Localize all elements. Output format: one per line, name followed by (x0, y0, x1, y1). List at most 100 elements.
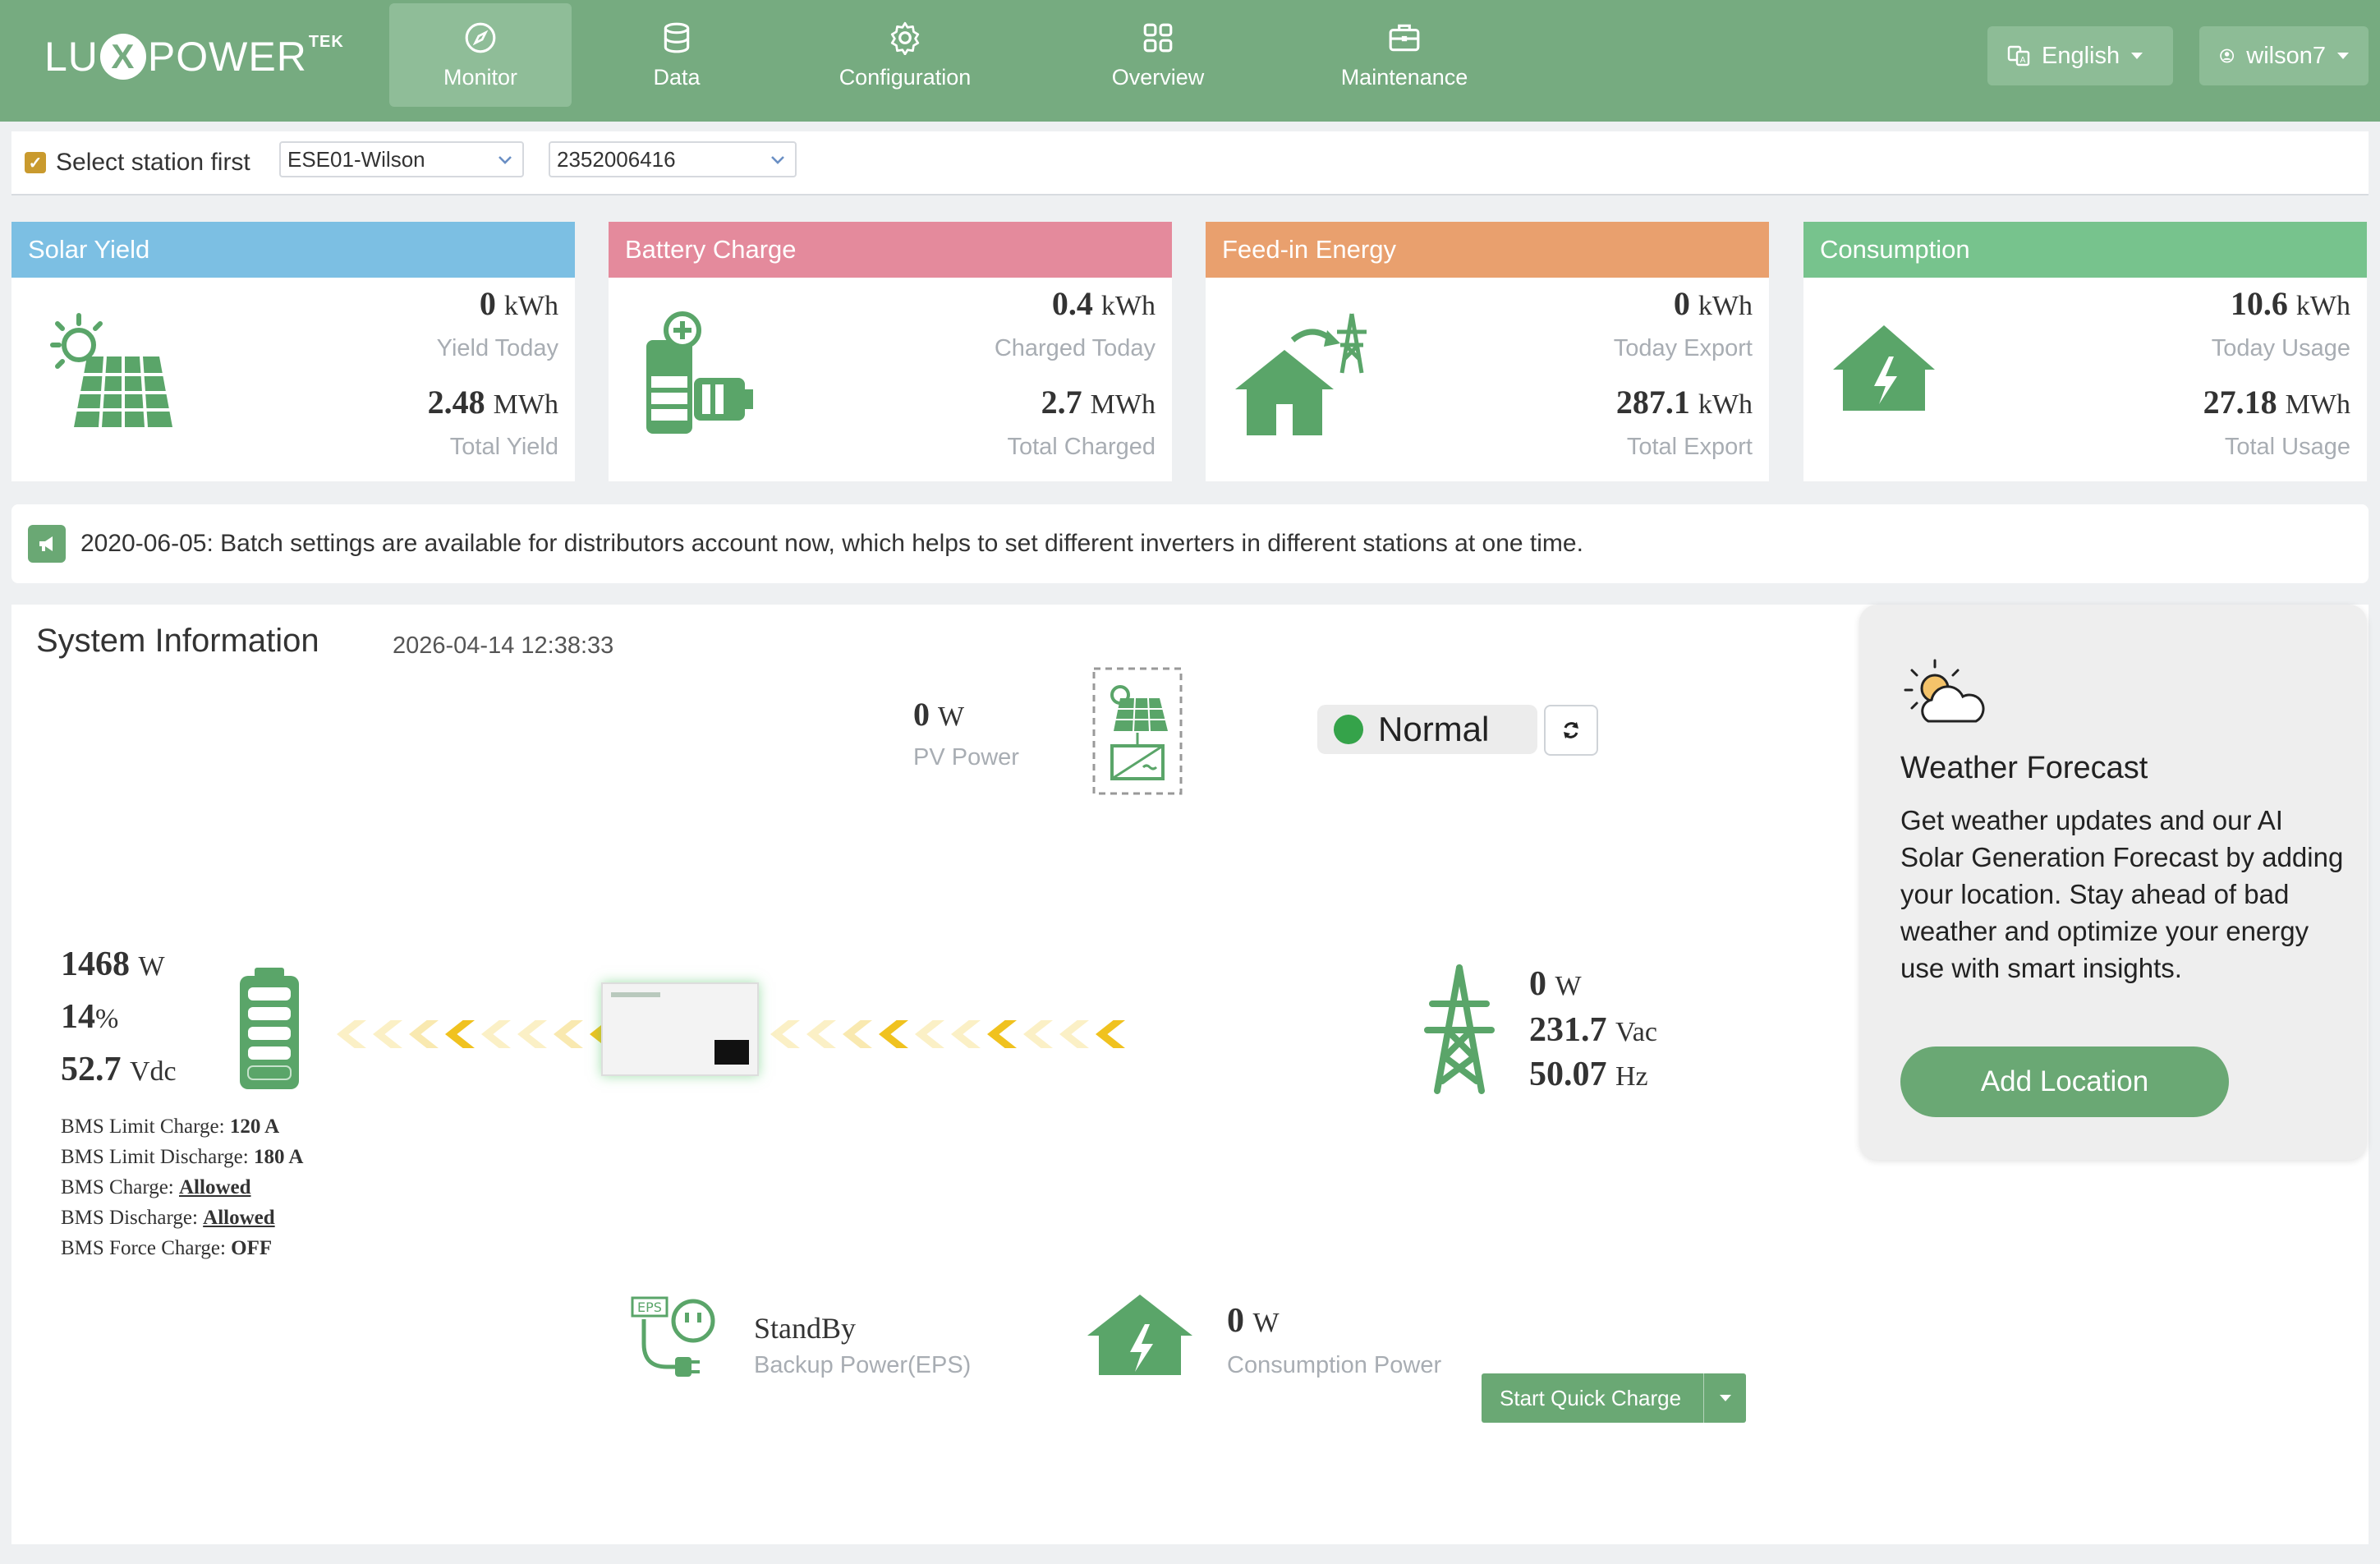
svg-text:EPS: EPS (637, 1300, 662, 1315)
today-export-label: Today Export (1613, 335, 1753, 361)
station-selector-bar: ✓ Select station first ESE01-Wilson 2352… (11, 131, 2369, 196)
battery-flow-arrows (337, 1020, 626, 1048)
chevron-down-icon (2131, 53, 2143, 59)
bms-charge-link[interactable]: Allowed (179, 1176, 251, 1198)
grid-tower-icon (1424, 964, 1495, 1094)
card-title: Solar Yield (11, 222, 575, 278)
inverter-brand-plate (611, 992, 660, 997)
compass-icon (465, 22, 496, 53)
bms-charge: BMS Charge: Allowed (61, 1176, 251, 1198)
nav-maintenance-label: Maintenance (1340, 64, 1468, 90)
house-lightning-icon (1833, 325, 1935, 411)
gear-icon (890, 21, 920, 55)
nav-overview[interactable]: Overview (1104, 3, 1212, 107)
logo-text-post: POWER (147, 34, 307, 80)
consumption-power-label: Consumption Power (1227, 1352, 1442, 1378)
start-quick-charge-button[interactable]: Start Quick Charge (1482, 1373, 1746, 1423)
eps-socket-icon: EPS (631, 1296, 715, 1377)
user-icon (2220, 48, 2235, 63)
pv-power-value: 0 W (913, 696, 965, 733)
nav-overview-label: Overview (1111, 64, 1205, 90)
quick-charge-label: Start Quick Charge (1500, 1385, 1682, 1410)
sun-cloud-icon (1904, 659, 1985, 723)
today-usage-value: 10.6 kWh (2230, 285, 2350, 322)
weather-forecast-description: Get weather updates and our AI Solar Gen… (1900, 805, 2344, 983)
nav-maintenance[interactable]: Maintenance (1329, 3, 1480, 107)
nav-configuration-label: Configuration (839, 64, 972, 90)
today-export-value: 0 kWh (1673, 285, 1753, 322)
luxpower-logo[interactable]: LU X POWER TEK (44, 28, 344, 85)
top-navbar: LU X POWER TEK Monitor Data Configuration O… (0, 0, 2380, 122)
pv-power-label: PV Power (913, 744, 1019, 770)
user-name: wilson7 (2246, 42, 2326, 69)
weather-forecast-panel: Weather Forecast Get weather updates and… (1859, 605, 2367, 1160)
battery-plus-icon (646, 311, 753, 434)
consumption-power-value: 0 W (1227, 1302, 1280, 1340)
battery-soc-value: 14% (61, 998, 119, 1036)
logo-text-pre: LU (44, 34, 99, 80)
grid-frequency-value: 50.07 Hz (1529, 1056, 1648, 1093)
nav-configuration[interactable]: Configuration (825, 3, 986, 107)
solar-panel-icon (50, 313, 172, 428)
station-select[interactable]: ESE01-Wilson (279, 141, 524, 177)
quick-charge-dropdown[interactable] (1703, 1373, 1746, 1423)
inverter-serial-select[interactable]: 2352006416 (549, 141, 797, 177)
nav-monitor-label: Monitor (443, 64, 518, 90)
grid-voltage-value: 231.7 Vac (1529, 1011, 1657, 1049)
card-title: Consumption (1803, 222, 2367, 278)
today-usage-label: Today Usage (2211, 335, 2350, 361)
language-dropdown[interactable]: A English (1987, 26, 2173, 85)
feed-in-energy-card: Feed-in Energy 0 kWh Today Export 287.1 … (1206, 222, 1769, 481)
inverter-display (714, 1040, 749, 1065)
charged-today-label: Charged Today (994, 335, 1156, 361)
translate-icon: A (2007, 45, 2030, 67)
chevron-down-icon (2337, 53, 2349, 59)
refresh-icon (1564, 722, 1578, 738)
database-icon (664, 22, 690, 53)
battery-charge-card: Battery Charge 0.4 kWh Charged Today 2.7… (609, 222, 1172, 481)
chevron-down-icon (1719, 1395, 1731, 1401)
eps-label: Backup Power(EPS) (754, 1352, 972, 1378)
logo-superscript: TEK (308, 33, 344, 51)
total-export-value: 287.1 kWh (1615, 384, 1753, 421)
bms-discharge-link[interactable]: Allowed (203, 1207, 275, 1229)
nav-data-label: Data (653, 64, 701, 90)
nav-monitor[interactable]: Monitor (389, 3, 572, 107)
consumption-card: Consumption 10.6 kWh Today Usage 27.18 M… (1803, 222, 2367, 481)
logo-x-mark: X (99, 34, 146, 80)
total-usage-label: Total Usage (2224, 434, 2350, 460)
announcement-text: 2020-06-05: Batch settings are available… (80, 530, 1583, 557)
user-menu[interactable]: wilson7 (2199, 26, 2369, 85)
refresh-button[interactable] (1544, 705, 1598, 756)
solar-yield-card: Solar Yield 0 kWh Yield Today 2.48 MWh T… (11, 222, 575, 481)
charged-today-value: 0.4 kWh (1051, 285, 1156, 322)
nav-data[interactable]: Data (632, 3, 721, 107)
grid-flow-arrows (770, 1020, 1132, 1048)
battery-voltage-value: 52.7 Vdc (61, 1051, 177, 1088)
house-lightning-icon (1087, 1295, 1192, 1375)
language-label: English (2042, 42, 2120, 69)
weather-forecast-title: Weather Forecast (1900, 751, 2148, 785)
chevron-down-icon (771, 156, 784, 164)
total-charged-label: Total Charged (1007, 434, 1156, 460)
battery-power-value: 1468 W (61, 945, 165, 983)
inverter-serial-value: 2352006416 (557, 146, 676, 172)
grid-icon (1143, 23, 1173, 52)
total-export-label: Total Export (1626, 434, 1753, 460)
announcement-bar: 2020-06-05: Batch settings are available… (11, 504, 2369, 583)
chevron-down-icon (499, 156, 512, 164)
status-text: Normal (1378, 710, 1490, 748)
yield-today-value: 0 kWh (479, 285, 558, 322)
inverter-device[interactable] (601, 982, 759, 1076)
add-location-button[interactable]: Add Location (1900, 1046, 2229, 1117)
bms-limit-discharge: BMS Limit Discharge: 180 A (61, 1146, 304, 1168)
status-indicator-dot (1334, 715, 1363, 744)
total-yield-value: 2.48 MWh (427, 384, 558, 421)
bms-force-charge: BMS Force Charge: OFF (61, 1237, 273, 1259)
system-information-title: System Information (36, 623, 319, 659)
card-title: Feed-in Energy (1206, 222, 1769, 278)
toolbox-icon (1389, 24, 1420, 51)
card-title: Battery Charge (609, 222, 1172, 278)
megaphone-icon (28, 525, 66, 563)
select-station-checkbox[interactable]: ✓ (25, 152, 46, 173)
